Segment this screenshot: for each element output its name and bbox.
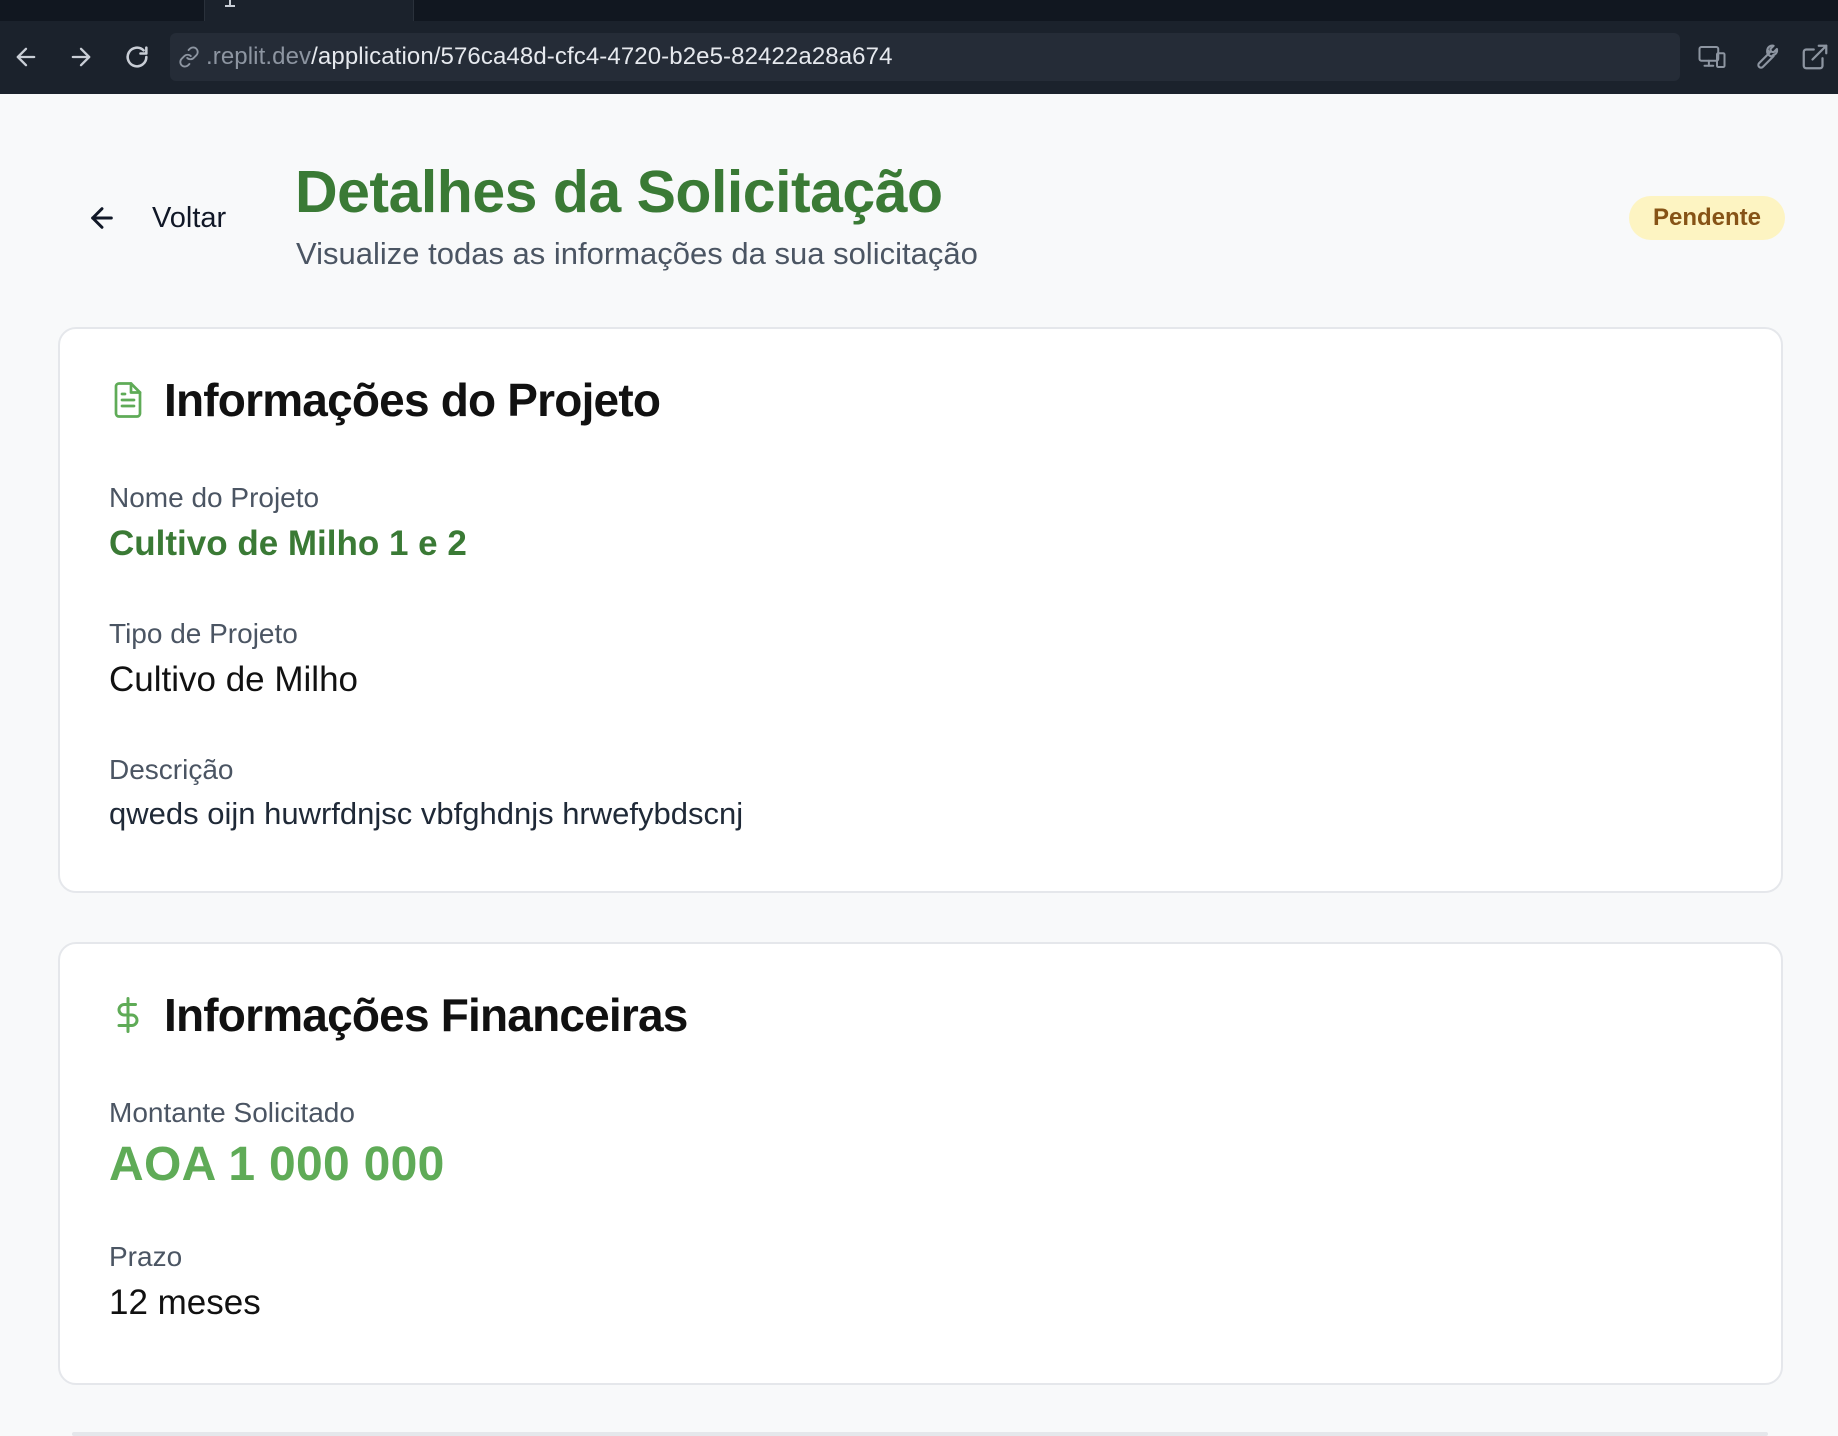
dollar-icon xyxy=(110,993,146,1037)
requested-amount-label: Montante Solicitado xyxy=(109,1097,355,1128)
project-description-label: Descrição xyxy=(109,754,234,785)
arrow-left-icon xyxy=(16,47,36,67)
project-name-field: Nome do Projeto Cultivo de Milho 1 e 2 xyxy=(109,482,467,564)
wrench-icon xyxy=(1757,44,1779,69)
external-link-icon xyxy=(1802,44,1828,70)
next-card-edge xyxy=(72,1432,1768,1436)
text-cursor-icon xyxy=(225,0,235,7)
term-label: Prazo xyxy=(109,1241,183,1272)
term-value: 12 meses xyxy=(109,1283,261,1322)
project-card-title: Informações do Projeto xyxy=(164,374,661,426)
project-name-value: Cultivo de Milho 1 e 2 xyxy=(109,524,467,563)
project-info-card: Informações do Projeto Nome do Projeto C… xyxy=(58,327,1783,893)
project-type-value: Cultivo de Milho xyxy=(109,660,358,699)
url-text: .replit.dev/application/576ca48d-cfc4-47… xyxy=(206,43,893,71)
back-label: Voltar xyxy=(152,201,227,234)
page-title: Detalhes da Solicitação xyxy=(295,159,943,225)
forward-button[interactable] xyxy=(61,37,101,77)
finance-card-title: Informações Financeiras xyxy=(164,989,688,1041)
open-external-button[interactable] xyxy=(1797,39,1833,75)
requested-amount-value: AOA 1 000 000 xyxy=(109,1138,445,1191)
reload-button[interactable] xyxy=(117,37,157,77)
back-link[interactable]: Voltar xyxy=(86,196,226,240)
project-description-field: Descrição qweds oijn huwrfdnjsc vbfghdnj… xyxy=(109,754,743,832)
back-button[interactable] xyxy=(6,37,46,77)
arrow-right-icon xyxy=(71,47,91,67)
term-field: Prazo 12 meses xyxy=(109,1241,261,1323)
devices-icon xyxy=(1698,46,1726,68)
active-tab[interactable] xyxy=(204,0,414,21)
finance-card-header: Informações Financeiras xyxy=(110,988,688,1042)
project-description-value: qweds oijn huwrfdnjsc vbfghdnjs hrwefybd… xyxy=(109,796,744,831)
status-badge: Pendente xyxy=(1629,196,1785,240)
project-type-field: Tipo de Projeto Cultivo de Milho xyxy=(109,618,358,700)
url-path: /application/576ca48d-cfc4-4720-b2e5-824… xyxy=(311,43,893,70)
devices-button[interactable] xyxy=(1694,39,1730,75)
financial-info-card: Informações Financeiras Montante Solicit… xyxy=(58,942,1783,1385)
wrench-button[interactable] xyxy=(1746,39,1782,75)
url-domain: .replit.dev xyxy=(206,43,312,70)
reload-icon xyxy=(126,46,148,68)
requested-amount-field: Montante Solicitado AOA 1 000 000 xyxy=(109,1097,445,1192)
browser-tab-strip xyxy=(0,0,1838,21)
project-name-label: Nome do Projeto xyxy=(109,482,320,513)
arrow-left-icon xyxy=(91,207,113,229)
document-icon xyxy=(110,378,146,422)
address-bar[interactable]: .replit.dev/application/576ca48d-cfc4-47… xyxy=(170,33,1680,81)
project-card-header: Informações do Projeto xyxy=(110,373,661,427)
page-subtitle: Visualize todas as informações da sua so… xyxy=(296,236,978,271)
browser-toolbar: .replit.dev/application/576ca48d-cfc4-47… xyxy=(0,21,1838,94)
link-icon xyxy=(178,45,202,69)
project-type-label: Tipo de Projeto xyxy=(109,618,298,649)
